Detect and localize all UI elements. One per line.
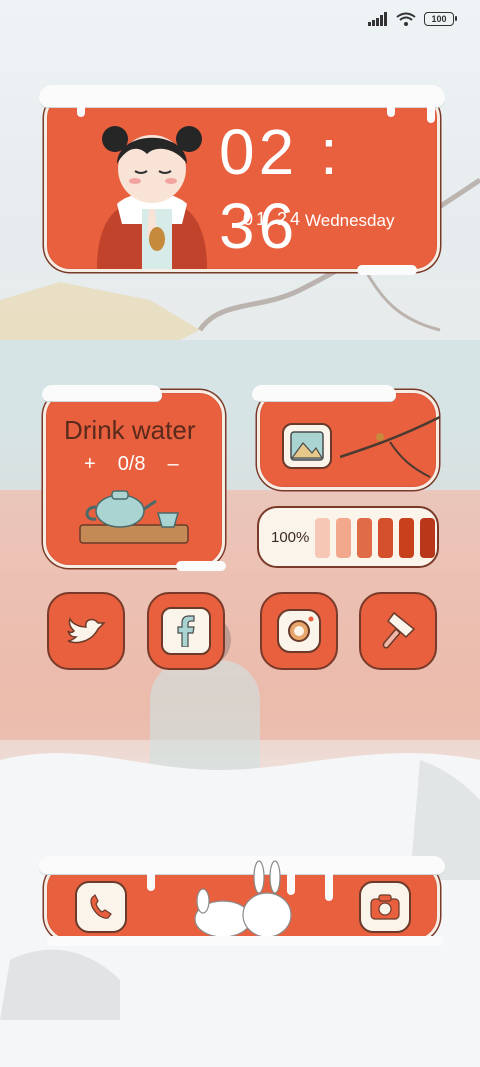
battery-bars xyxy=(315,518,435,558)
teapot-icon xyxy=(79,490,189,544)
phone-app[interactable] xyxy=(75,881,127,933)
phone-icon xyxy=(90,893,112,919)
snow-drip xyxy=(147,871,155,891)
twitter-app[interactable] xyxy=(47,592,125,670)
theme-app[interactable] xyxy=(359,592,437,670)
clock-widget[interactable]: 02 : 36 01.24 Wednesday xyxy=(39,85,445,275)
clock-weekday: Wednesday xyxy=(305,211,395,230)
battery-widget[interactable]: 100% xyxy=(257,506,439,568)
status-bar: 100 xyxy=(368,12,457,26)
facebook-icon xyxy=(161,607,211,655)
wifi-icon xyxy=(396,12,416,26)
drink-water-widget[interactable]: Drink water + 0/8 – xyxy=(42,385,226,571)
snow-decoration xyxy=(47,936,443,946)
camera-app[interactable] xyxy=(359,881,411,933)
snow-drip xyxy=(77,101,85,117)
water-counter: + 0/8 – xyxy=(84,453,179,476)
instagram-app[interactable] xyxy=(260,592,338,670)
girl-illustration xyxy=(97,126,207,269)
instagram-icon xyxy=(277,609,321,653)
battery-percent: 100% xyxy=(271,529,310,546)
snow-decoration xyxy=(176,561,226,571)
camera-icon xyxy=(370,894,400,920)
battery-bar xyxy=(315,518,330,558)
battery-bar xyxy=(378,518,393,558)
battery-bar xyxy=(420,518,435,558)
facebook-f-icon xyxy=(177,615,195,647)
battery-bar xyxy=(336,518,351,558)
battery-bar xyxy=(357,518,372,558)
image-icon[interactable] xyxy=(282,423,332,469)
battery-indicator: 100 xyxy=(424,12,457,26)
bird-icon xyxy=(67,617,106,644)
facebook-app[interactable] xyxy=(147,592,225,670)
signal-icon xyxy=(368,12,387,26)
battery-bar xyxy=(399,518,414,558)
clock-time: 02 : 36 xyxy=(219,116,342,262)
paintbrush-icon xyxy=(382,611,416,649)
photo-widget[interactable] xyxy=(252,385,440,490)
snow-decoration xyxy=(42,385,162,401)
battery-level: 100 xyxy=(431,14,447,24)
rabbits-illustration xyxy=(194,860,292,938)
water-increase-button[interactable]: + xyxy=(84,453,96,476)
water-widget-title: Drink water xyxy=(64,415,196,445)
water-count: 0/8 xyxy=(117,453,146,475)
snow-drip xyxy=(325,871,333,901)
dock xyxy=(39,856,445,946)
plum-branch-illustration xyxy=(340,415,440,478)
snow-decoration xyxy=(357,265,417,275)
water-decrease-button[interactable]: – xyxy=(168,453,179,476)
snow-decoration xyxy=(39,85,445,107)
clock-date: 01.24 xyxy=(243,209,304,229)
gallery-icon xyxy=(290,431,324,461)
